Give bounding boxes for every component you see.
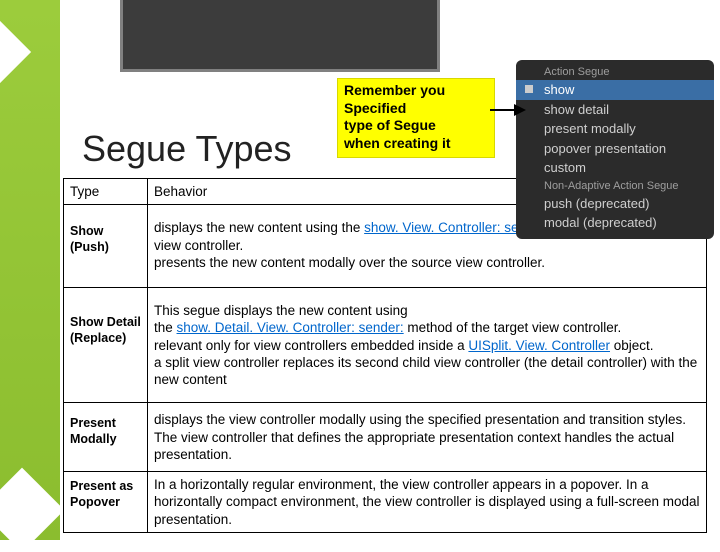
arrow-right-icon <box>488 100 526 120</box>
menu-item-custom[interactable]: custom <box>516 158 714 178</box>
cell-type: Present Modally <box>64 403 148 472</box>
cell-behavior: In a horizontally regular environment, t… <box>148 472 707 533</box>
text: object. <box>610 338 654 353</box>
decorative-top-panel <box>120 0 440 72</box>
menu-item-modal-deprecated[interactable]: modal (deprecated) <box>516 213 714 233</box>
cell-type: Show (Push) <box>64 205 148 288</box>
col-header-type: Type <box>64 179 148 205</box>
table-row: Show Detail (Replace) This segue display… <box>64 288 707 403</box>
menu-item-show[interactable]: show <box>516 80 714 100</box>
decorative-left-strip <box>0 0 60 540</box>
callout-box: Remember you Specified type of Segue whe… <box>337 78 495 158</box>
callout-line: when creating it <box>344 135 451 151</box>
page-title: Segue Types <box>82 128 292 170</box>
type-label: Show (Push) <box>70 224 109 254</box>
text: displays the new content using the <box>154 220 364 235</box>
menu-item-present-modally[interactable]: present modally <box>516 119 714 139</box>
text: relevant only for view controllers embed… <box>154 338 468 353</box>
text: the <box>154 320 177 335</box>
table-row: Present as Popover In a horizontally reg… <box>64 472 707 533</box>
menu-item-show-detail[interactable]: show detail <box>516 100 714 120</box>
cell-behavior: displays the view controller modally usi… <box>148 403 707 472</box>
menu-header: Non-Adaptive Action Segue <box>516 178 714 194</box>
text: In a horizontally regular environment, t… <box>154 477 700 527</box>
callout-line: type of Segue <box>344 117 436 133</box>
callout-line: Remember you <box>344 82 445 98</box>
cell-behavior: This segue displays the new content usin… <box>148 288 707 403</box>
cell-type: Present as Popover <box>64 472 148 533</box>
menu-item-push-deprecated[interactable]: push (deprecated) <box>516 194 714 214</box>
text: This segue displays the new content usin… <box>154 303 408 318</box>
menu-item-popover[interactable]: popover presentation <box>516 139 714 159</box>
text: displays the view controller modally usi… <box>154 412 686 462</box>
menu-header: Action Segue <box>516 64 714 80</box>
text: presents the new content modally over th… <box>154 255 545 270</box>
text: a split view controller replaces its sec… <box>154 355 697 387</box>
cell-type: Show Detail (Replace) <box>64 288 148 403</box>
table-row: Present Modally displays the view contro… <box>64 403 707 472</box>
link-uisplitviewcontroller[interactable]: UISplit. View. Controller <box>468 338 610 353</box>
segue-type-menu: Action Segue show show detail present mo… <box>516 60 714 239</box>
link-showdetail-viewcontroller[interactable]: show. Detail. View. Controller: sender: <box>177 320 404 335</box>
text: method of the target view controller. <box>404 320 622 335</box>
callout-line: Specified <box>344 100 406 116</box>
